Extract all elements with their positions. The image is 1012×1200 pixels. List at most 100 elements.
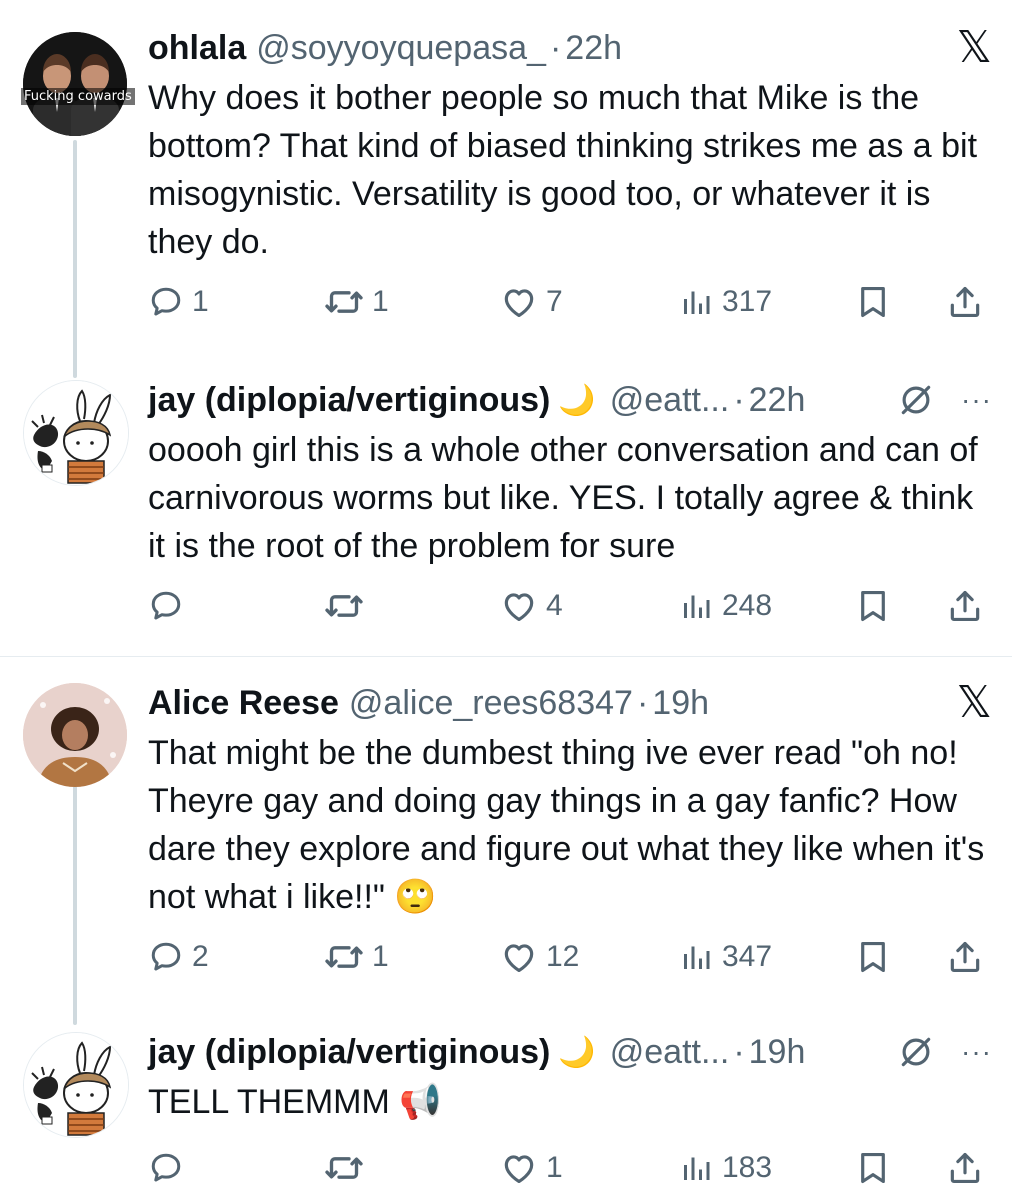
reply-icon bbox=[148, 284, 184, 320]
avatar-caption: Fucking cowards bbox=[21, 88, 135, 105]
header-actions: ··· bbox=[897, 378, 992, 422]
user-handle[interactable]: @alice_rees68347 bbox=[349, 684, 633, 723]
retweet-icon bbox=[324, 937, 364, 977]
x-logo-icon[interactable]: 𝕏 bbox=[957, 681, 992, 725]
avatar[interactable] bbox=[23, 380, 129, 486]
avatar-drawing bbox=[24, 1033, 128, 1137]
action-bar: 4 248 bbox=[148, 584, 998, 628]
user-handle[interactable]: @eatt... bbox=[610, 1033, 730, 1072]
bookmark-button[interactable] bbox=[854, 935, 892, 979]
reply-button[interactable]: 1 bbox=[148, 280, 209, 324]
tweet-4[interactable]: jay (diplopia/vertiginous) 🌙 @eatt... · … bbox=[0, 1012, 1012, 1200]
user-handle[interactable]: @eatt... bbox=[610, 381, 730, 420]
reply-icon bbox=[148, 588, 184, 624]
tweet-2[interactable]: jay (diplopia/vertiginous) 🌙 @eatt... · … bbox=[0, 360, 1012, 656]
avatar[interactable] bbox=[23, 683, 127, 787]
like-count: 4 bbox=[546, 589, 563, 622]
heart-icon bbox=[500, 283, 538, 321]
retweet-icon bbox=[324, 282, 364, 322]
views-icon bbox=[678, 1150, 714, 1186]
retweet-button[interactable]: 1 bbox=[324, 280, 389, 324]
views-count: 248 bbox=[722, 589, 773, 622]
tweet-text: TELL THEMMM 📢 bbox=[148, 1083, 442, 1121]
views-button[interactable]: 347 bbox=[678, 935, 772, 979]
like-button[interactable]: 4 bbox=[500, 584, 563, 628]
reply-button[interactable] bbox=[148, 584, 192, 628]
heart-icon bbox=[500, 938, 538, 976]
more-icon[interactable]: ··· bbox=[961, 1036, 992, 1068]
retweet-button[interactable] bbox=[324, 584, 372, 628]
separator-dot: · bbox=[549, 28, 562, 67]
like-button[interactable]: 7 bbox=[500, 280, 563, 324]
share-button[interactable] bbox=[946, 1146, 984, 1190]
bookmark-button[interactable] bbox=[854, 1146, 892, 1190]
reply-count: 1 bbox=[192, 285, 209, 318]
avatar[interactable] bbox=[23, 32, 127, 136]
views-button[interactable]: 248 bbox=[678, 584, 772, 628]
tweet-header: jay (diplopia/vertiginous) 🌙 @eatt... · … bbox=[148, 1030, 992, 1074]
reply-icon bbox=[148, 939, 184, 975]
reply-button[interactable] bbox=[148, 1146, 192, 1190]
like-count: 12 bbox=[546, 940, 580, 973]
tweet-3[interactable]: Alice Reese @alice_rees68347 · 19h 𝕏 Tha… bbox=[0, 657, 1012, 1012]
display-name[interactable]: ohlala bbox=[148, 29, 246, 68]
like-button[interactable]: 1 bbox=[500, 1146, 563, 1190]
share-icon bbox=[946, 1149, 984, 1187]
avatar-photo bbox=[23, 32, 127, 136]
tweet-1[interactable]: Fucking cowards ohlala @soyyoyquepasa_ ·… bbox=[0, 0, 1012, 360]
display-name[interactable]: Alice Reese bbox=[148, 684, 339, 723]
action-bar: 1 1 7 317 bbox=[148, 280, 998, 324]
timestamp[interactable]: 19h bbox=[652, 684, 709, 723]
avatar-drawing bbox=[24, 381, 128, 485]
views-count: 183 bbox=[722, 1151, 773, 1184]
tweet-header: jay (diplopia/vertiginous) 🌙 @eatt... · … bbox=[148, 378, 992, 422]
timestamp[interactable]: 22h bbox=[565, 29, 622, 68]
like-count: 7 bbox=[546, 285, 563, 318]
action-bar: 1 183 bbox=[148, 1146, 998, 1190]
timestamp[interactable]: 22h bbox=[749, 381, 806, 420]
tweet-text: That might be the dumbest thing ive ever… bbox=[148, 734, 985, 916]
x-logo-icon[interactable]: 𝕏 bbox=[957, 26, 992, 70]
views-button[interactable]: 183 bbox=[678, 1146, 772, 1190]
views-icon bbox=[678, 939, 714, 975]
header-actions: 𝕏 bbox=[957, 681, 992, 725]
more-icon[interactable]: ··· bbox=[961, 384, 992, 416]
views-icon bbox=[678, 588, 714, 624]
share-button[interactable] bbox=[946, 935, 984, 979]
bookmark-icon bbox=[854, 587, 892, 625]
like-count: 1 bbox=[546, 1151, 563, 1184]
reply-button[interactable]: 2 bbox=[148, 935, 209, 979]
views-button[interactable]: 317 bbox=[678, 280, 772, 324]
header-actions: ··· bbox=[897, 1030, 992, 1074]
avatar[interactable] bbox=[23, 1032, 129, 1138]
display-name[interactable]: jay (diplopia/vertiginous) bbox=[148, 381, 550, 420]
views-count: 347 bbox=[722, 940, 773, 973]
tweet-text: ooooh girl this is a whole other convers… bbox=[148, 431, 978, 565]
tweet-header: ohlala @soyyoyquepasa_ · 22h 𝕏 bbox=[148, 26, 992, 70]
avatar-photo bbox=[23, 683, 127, 787]
timestamp[interactable]: 19h bbox=[749, 1033, 806, 1072]
share-button[interactable] bbox=[946, 584, 984, 628]
thread-1: Fucking cowards ohlala @soyyoyquepasa_ ·… bbox=[0, 0, 1012, 657]
tweet-text: Why does it bother people so much that M… bbox=[148, 79, 978, 261]
share-button[interactable] bbox=[946, 280, 984, 324]
slash-circle-icon[interactable] bbox=[897, 1033, 935, 1071]
action-bar: 2 1 12 347 bbox=[148, 935, 998, 979]
like-button[interactable]: 12 bbox=[500, 935, 579, 979]
moon-emoji: 🌙 bbox=[558, 383, 596, 417]
share-icon bbox=[946, 587, 984, 625]
bookmark-button[interactable] bbox=[854, 584, 892, 628]
tweet-header: Alice Reese @alice_rees68347 · 19h 𝕏 bbox=[148, 681, 992, 725]
moon-emoji: 🌙 bbox=[558, 1035, 596, 1069]
bookmark-button[interactable] bbox=[854, 280, 892, 324]
retweet-icon bbox=[324, 1148, 364, 1188]
slash-circle-icon[interactable] bbox=[897, 381, 935, 419]
thread-2: Alice Reese @alice_rees68347 · 19h 𝕏 Tha… bbox=[0, 657, 1012, 1200]
share-icon bbox=[946, 283, 984, 321]
user-handle[interactable]: @soyyoyquepasa_ bbox=[256, 29, 546, 68]
display-name[interactable]: jay (diplopia/vertiginous) bbox=[148, 1033, 550, 1072]
retweet-count: 1 bbox=[372, 940, 389, 973]
retweet-button[interactable] bbox=[324, 1146, 372, 1190]
retweet-button[interactable]: 1 bbox=[324, 935, 389, 979]
bookmark-icon bbox=[854, 938, 892, 976]
